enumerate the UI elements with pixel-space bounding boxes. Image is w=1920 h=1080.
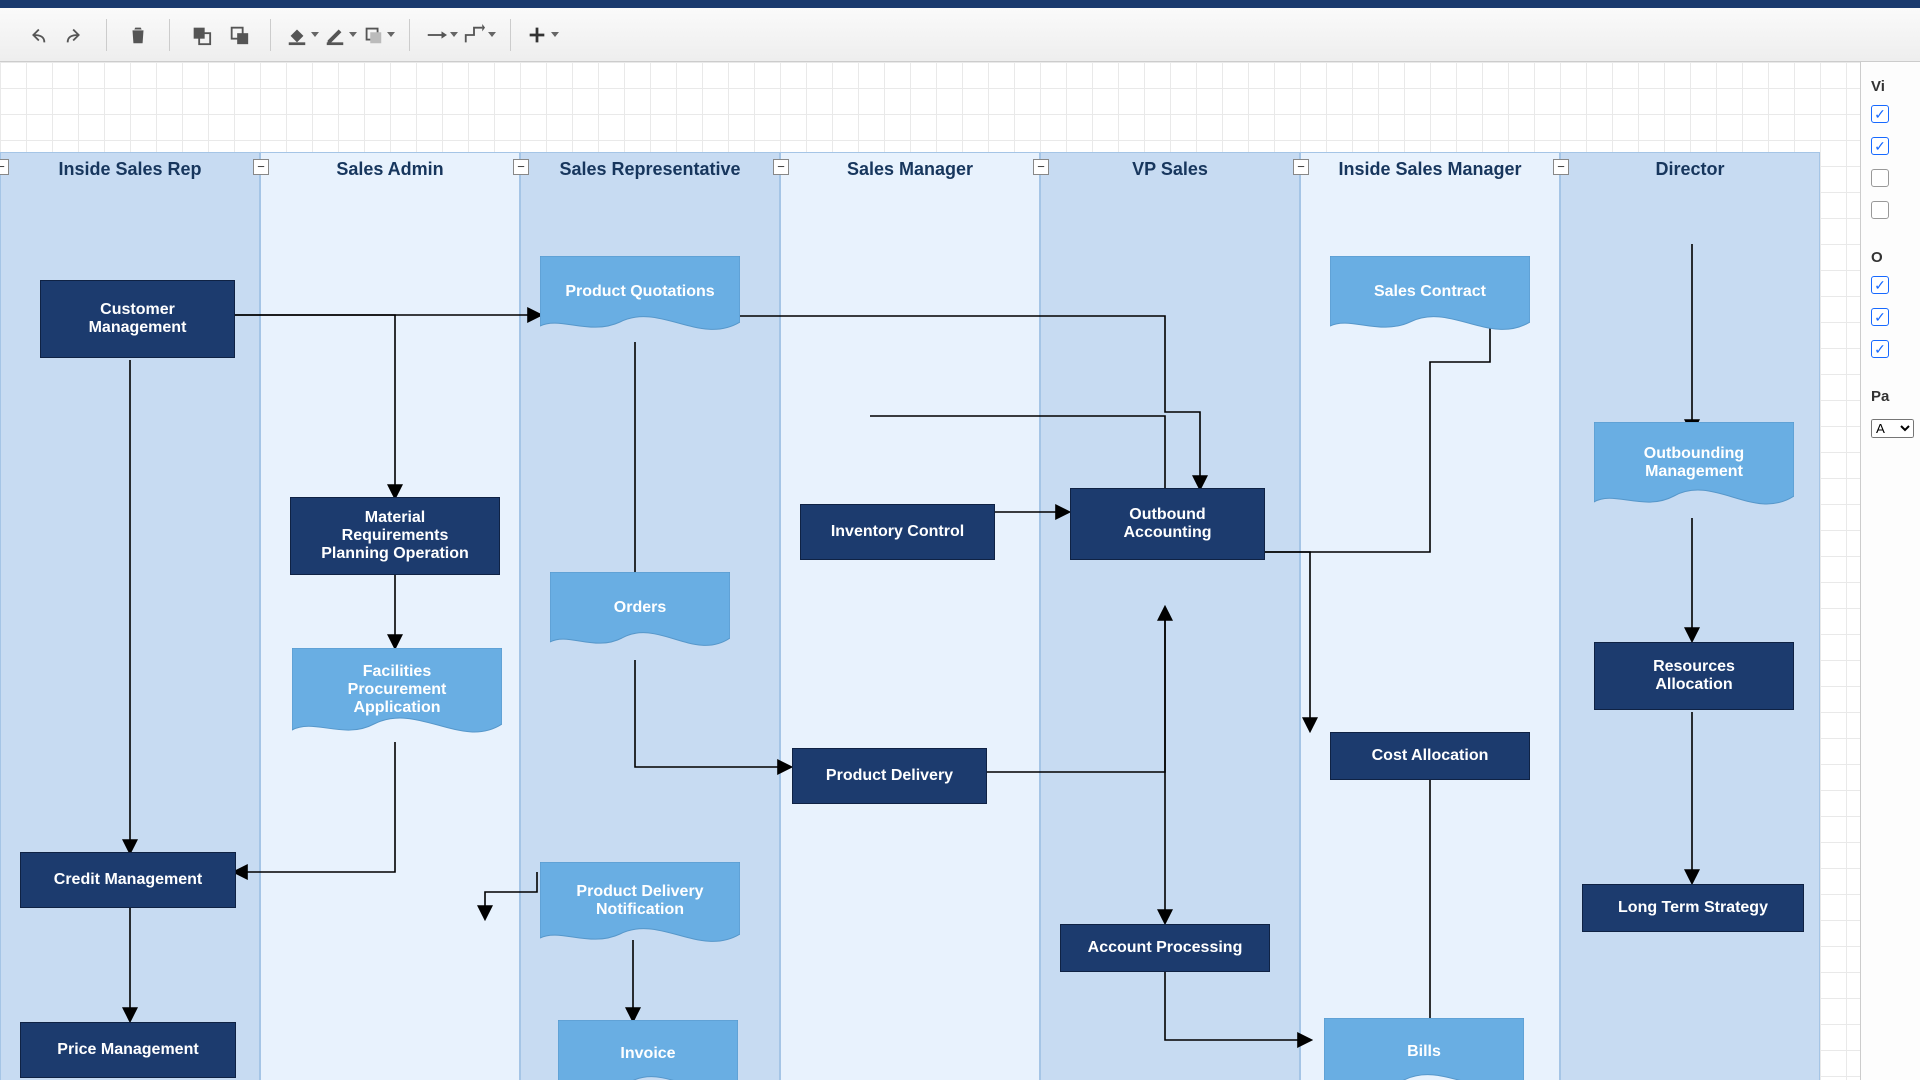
swimlane-sales-admin[interactable]: − Sales Admin <box>260 152 520 1080</box>
separator <box>510 19 511 51</box>
doc-label: Orders <box>556 572 724 644</box>
chevron-down-icon <box>450 32 458 37</box>
doc-label: Product DeliveryNotification <box>546 862 734 940</box>
canvas[interactable]: − Inside Sales Rep − Sales Admin − Sales… <box>0 62 1860 1080</box>
panel-section-options: O <box>1871 249 1914 266</box>
undo-button[interactable] <box>20 18 54 52</box>
doc-label: Product Quotations <box>546 256 734 328</box>
checkbox[interactable] <box>1871 340 1889 358</box>
redo-button[interactable] <box>58 18 92 52</box>
checkbox[interactable] <box>1871 201 1889 219</box>
doc-label: Sales Contract <box>1336 256 1524 328</box>
node-customer-management[interactable]: CustomerManagement <box>40 280 235 358</box>
doc-product-quotations[interactable]: Product Quotations <box>540 256 740 342</box>
doc-sales-contract[interactable]: Sales Contract <box>1330 256 1530 342</box>
workspace: − Inside Sales Rep − Sales Admin − Sales… <box>0 62 1920 1080</box>
doc-label: Bills <box>1330 1018 1518 1080</box>
toolbar <box>0 8 1920 62</box>
checkbox[interactable] <box>1871 105 1889 123</box>
checkbox-row <box>1871 201 1914 219</box>
fill-color-button[interactable] <box>285 18 319 52</box>
doc-label: Invoice <box>564 1020 732 1080</box>
chevron-down-icon <box>349 32 357 37</box>
checkbox-row <box>1871 137 1914 155</box>
swimlane-header: Sales Admin <box>261 151 519 187</box>
swimlane-director[interactable]: − Director <box>1560 152 1820 1080</box>
checkbox-row <box>1871 169 1914 187</box>
chevron-down-icon <box>488 32 496 37</box>
shadow-button[interactable] <box>361 18 395 52</box>
separator <box>270 19 271 51</box>
swimlane-header: Inside Sales Rep <box>1 151 259 187</box>
checkbox[interactable] <box>1871 276 1889 294</box>
add-button[interactable] <box>525 18 559 52</box>
node-material-requirements[interactable]: MaterialRequirementsPlanning Operation <box>290 497 500 575</box>
doc-product-delivery-notification[interactable]: Product DeliveryNotification <box>540 862 740 954</box>
separator <box>106 19 107 51</box>
paper-size-select[interactable]: A <box>1871 419 1914 438</box>
swimlane-sales-manager[interactable]: − Sales Manager <box>780 152 1040 1080</box>
doc-label: FacilitiesProcurementApplication <box>298 648 496 732</box>
window-title-bar <box>0 0 1920 8</box>
panel-section-paper: Pa <box>1871 388 1914 405</box>
doc-facilities-procurement[interactable]: FacilitiesProcurementApplication <box>292 648 502 746</box>
checkbox[interactable] <box>1871 137 1889 155</box>
side-panel: Vi O Pa A <box>1860 62 1920 1080</box>
waypoint-style-button[interactable] <box>462 18 496 52</box>
node-product-delivery[interactable]: Product Delivery <box>792 748 987 804</box>
bring-to-front-button[interactable] <box>222 18 256 52</box>
node-credit-management[interactable]: Credit Management <box>20 852 236 908</box>
chevron-down-icon <box>387 32 395 37</box>
node-resources-allocation[interactable]: ResourcesAllocation <box>1594 642 1794 710</box>
doc-invoice[interactable]: Invoice <box>558 1020 738 1080</box>
doc-label: OutboundingManagement <box>1600 422 1788 504</box>
swimlane-header: Sales Manager <box>781 151 1039 187</box>
panel-section-view: Vi <box>1871 78 1914 95</box>
chevron-down-icon <box>311 32 319 37</box>
separator <box>409 19 410 51</box>
doc-outbounding-management[interactable]: OutboundingManagement <box>1594 422 1794 518</box>
connector-style-button[interactable] <box>424 18 458 52</box>
chevron-down-icon <box>551 32 559 37</box>
diagram: − Inside Sales Rep − Sales Admin − Sales… <box>0 62 1860 1080</box>
checkbox[interactable] <box>1871 169 1889 187</box>
delete-button[interactable] <box>121 18 155 52</box>
checkbox-row <box>1871 340 1914 358</box>
swimlane-header: VP Sales <box>1041 151 1299 187</box>
swimlane-header: Inside Sales Manager <box>1301 151 1559 187</box>
line-color-button[interactable] <box>323 18 357 52</box>
node-account-processing[interactable]: Account Processing <box>1060 924 1270 972</box>
node-cost-allocation[interactable]: Cost Allocation <box>1330 732 1530 780</box>
checkbox[interactable] <box>1871 308 1889 326</box>
checkbox-row <box>1871 308 1914 326</box>
node-price-management[interactable]: Price Management <box>20 1022 236 1078</box>
doc-orders[interactable]: Orders <box>550 572 730 658</box>
checkbox-row <box>1871 276 1914 294</box>
separator <box>169 19 170 51</box>
node-outbound-accounting[interactable]: OutboundAccounting <box>1070 488 1265 560</box>
checkbox-row <box>1871 105 1914 123</box>
swimlane-header: Sales Representative <box>521 151 779 187</box>
swimlane-header: Director <box>1561 151 1819 187</box>
send-to-back-button[interactable] <box>184 18 218 52</box>
node-inventory-control[interactable]: Inventory Control <box>800 504 995 560</box>
doc-bills[interactable]: Bills <box>1324 1018 1524 1080</box>
node-long-term-strategy[interactable]: Long Term Strategy <box>1582 884 1804 932</box>
